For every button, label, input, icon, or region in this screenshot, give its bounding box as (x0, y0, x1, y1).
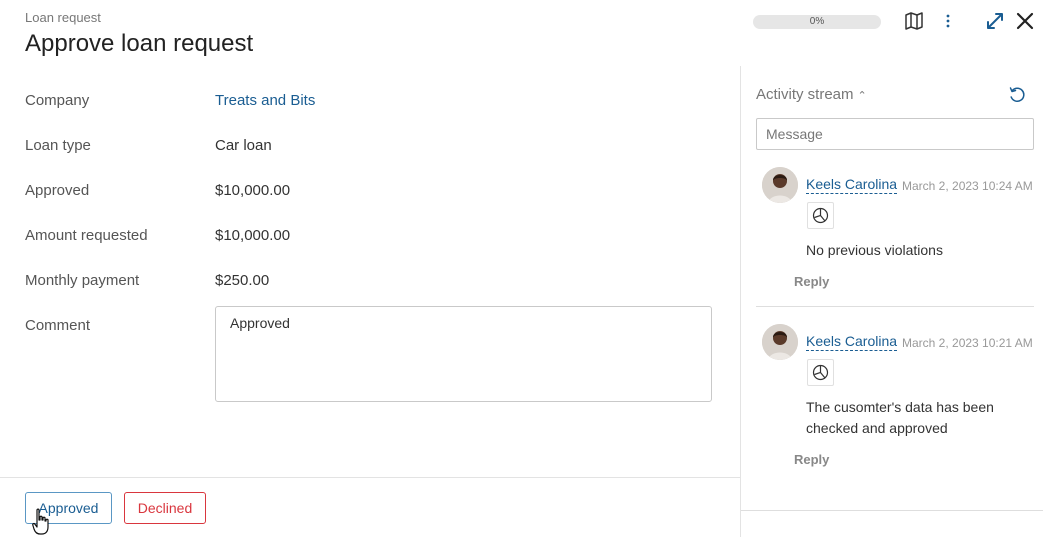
field-amount-requested: Amount requested $10,000.00 (25, 227, 725, 257)
post-time: March 2, 2023 10:24 AM (902, 179, 1033, 193)
footer-divider (0, 477, 740, 478)
post-time: March 2, 2023 10:21 AM (902, 336, 1033, 350)
activity-post: Keels Carolina March 2, 2023 10:24 AM No… (741, 167, 1043, 307)
post-text: The cusomter's data has been checked and… (806, 399, 994, 436)
field-label: Monthly payment (25, 272, 140, 289)
comment-textarea[interactable]: Approved (215, 306, 712, 402)
field-monthly-payment: Monthly payment $250.00 (25, 272, 725, 302)
company-link[interactable]: Treats and Bits (215, 92, 315, 109)
field-value: $10,000.00 (215, 182, 291, 199)
breadcrumb[interactable]: Loan request (25, 10, 101, 25)
field-label: Amount requested (25, 227, 148, 244)
post-text: No previous violations (806, 242, 943, 258)
expand-icon[interactable] (984, 10, 1006, 32)
avatar[interactable] (762, 167, 798, 203)
close-icon[interactable] (1014, 10, 1036, 32)
field-label: Approved (25, 182, 90, 199)
field-approved: Approved $10,000.00 (25, 182, 725, 212)
avatar[interactable] (762, 324, 798, 360)
map-icon[interactable] (903, 10, 925, 32)
field-loan-type: Loan type Car loan (25, 137, 725, 167)
field-company: Company Treats and Bits (25, 92, 725, 122)
attachment-icon[interactable] (807, 359, 834, 386)
declined-button[interactable]: Declined (124, 492, 206, 524)
activity-panel: Activity stream⌃ Keels Carolina March 2,… (740, 66, 1043, 537)
activity-stream-title: Activity stream (756, 86, 854, 103)
field-value: $250.00 (215, 272, 270, 289)
progress-bar: 0% (753, 15, 881, 29)
hand-cursor-icon (32, 508, 49, 535)
activity-post: Keels Carolina March 2, 2023 10:21 AM Th… (741, 324, 1043, 474)
header: Loan request Approve loan request 0% (0, 0, 1043, 66)
reply-link[interactable]: Reply (794, 452, 829, 467)
message-input[interactable] (756, 118, 1034, 150)
field-label: Company (25, 92, 90, 109)
post-author[interactable]: Keels Carolina (806, 333, 898, 351)
activity-stream-header[interactable]: Activity stream ⌃ (756, 86, 867, 103)
field-value: Car loan (215, 137, 272, 154)
post-author[interactable]: Keels Carolina (806, 176, 898, 194)
reply-link[interactable]: Reply (794, 274, 829, 289)
more-vertical-icon[interactable] (937, 10, 959, 32)
attachment-icon[interactable] (807, 202, 834, 229)
field-label: Loan type (25, 137, 91, 154)
post-divider (756, 306, 1034, 307)
page-title: Approve loan request (25, 30, 254, 57)
comment-label: Comment (25, 317, 91, 334)
chevron-up-icon: ⌃ (857, 90, 867, 102)
field-value: $10,000.00 (215, 227, 291, 244)
refresh-icon[interactable] (1007, 85, 1027, 105)
panel-divider (741, 510, 1043, 511)
